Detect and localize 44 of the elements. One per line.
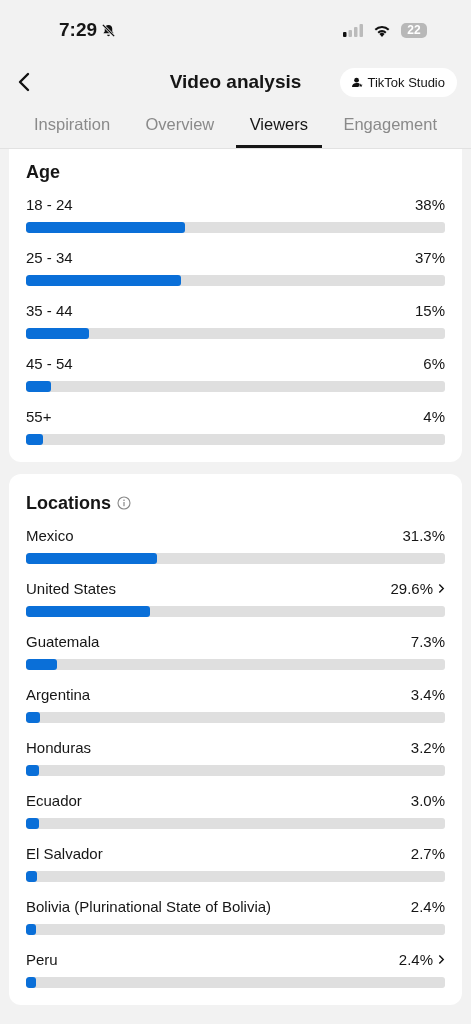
row-value: 4%	[423, 407, 445, 425]
row-label: Bolivia (Plurinational State of Bolivia)	[26, 897, 273, 915]
row-value: 2.4%	[398, 950, 433, 968]
row-value: 31.3%	[402, 526, 445, 544]
row-label: 18 - 24	[26, 195, 74, 213]
row-value: 3.0%	[410, 791, 445, 809]
section-title: Locations	[26, 492, 111, 514]
row-label: Argentina	[26, 685, 92, 703]
chevron-icon[interactable]	[438, 953, 445, 965]
row-value: 3.4%	[410, 685, 445, 703]
info-icon[interactable]	[117, 496, 131, 510]
row-value: 6%	[423, 354, 445, 372]
row-label: 35 - 44	[26, 301, 74, 319]
tab[interactable]: Engagement	[329, 104, 451, 148]
tab[interactable]: Overview	[131, 104, 229, 148]
row-value: 2.4%	[410, 897, 445, 915]
wifi-icon	[373, 23, 391, 37]
studio-button[interactable]: TikTok Studio	[340, 67, 457, 97]
row-value: 7.3%	[410, 632, 445, 650]
row-label: El Salvador	[26, 844, 104, 862]
row-value: 37%	[414, 248, 445, 266]
row-label: Honduras	[26, 738, 93, 756]
battery-icon: 22	[401, 22, 427, 38]
row-label: Peru	[26, 950, 59, 968]
row-value: 38%	[414, 195, 445, 213]
row-label: Guatemala	[26, 632, 101, 650]
row-label: 55+	[26, 407, 53, 425]
status-time: 7:29	[59, 19, 98, 41]
row-label: Ecuador	[26, 791, 83, 809]
row-value: 3.2%	[410, 738, 445, 756]
signal-icon	[343, 23, 363, 37]
person-icon	[352, 76, 364, 88]
row-label: Mexico	[26, 526, 75, 544]
row-value: 2.7%	[410, 844, 445, 862]
section-title: Age	[26, 161, 60, 183]
row-label: United States	[26, 579, 118, 597]
page-title: Video analysis	[169, 71, 302, 93]
tab[interactable]: Inspiration	[20, 104, 125, 148]
row-value: 29.6%	[390, 579, 433, 597]
row-value: 15%	[414, 301, 445, 319]
back-button[interactable]	[16, 70, 32, 94]
row-label: 45 - 54	[26, 354, 74, 372]
chevron-icon[interactable]	[438, 582, 445, 594]
row-label: 25 - 34	[26, 248, 74, 266]
